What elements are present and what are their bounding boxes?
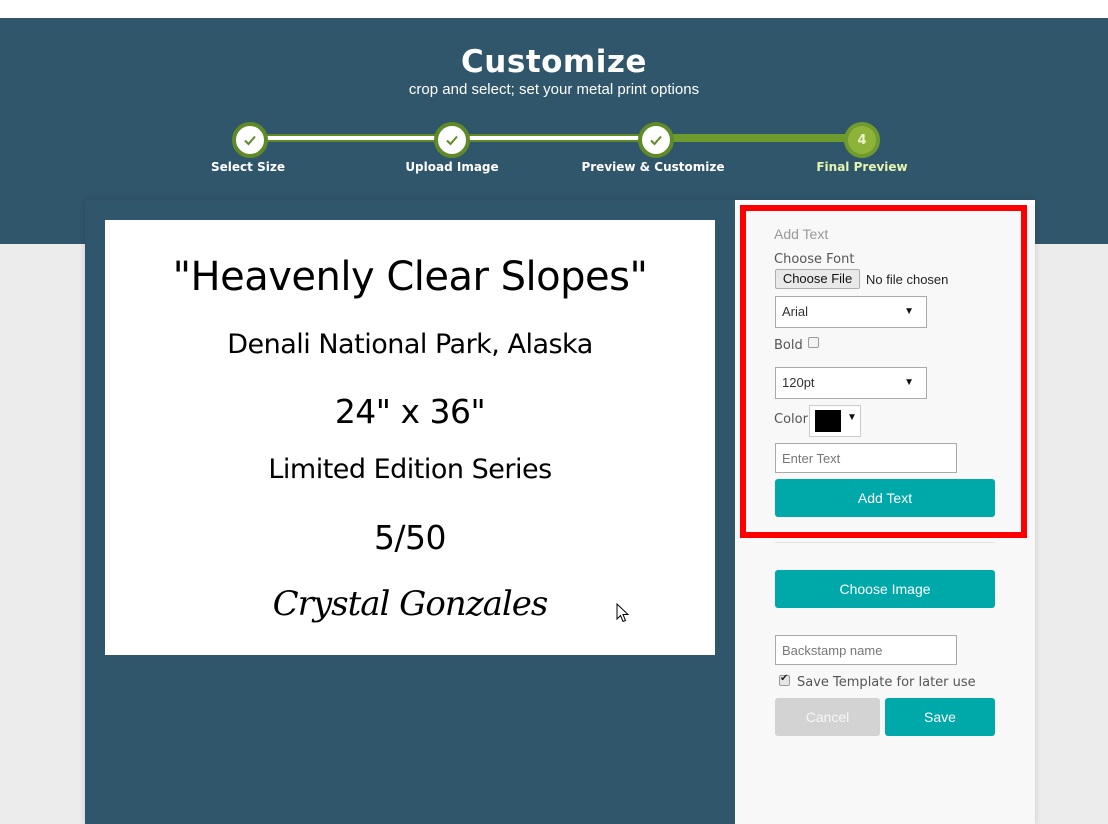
step-1-circle[interactable] [232, 122, 268, 158]
step-label-final-preview[interactable]: Final Preview [762, 160, 962, 174]
section-divider [775, 542, 995, 543]
preview-number-text[interactable]: 5/50 [105, 518, 715, 557]
cancel-button[interactable]: Cancel [775, 698, 880, 736]
preview-edition-text[interactable]: Limited Edition Series [105, 454, 715, 485]
preview-location-text[interactable]: Denali National Park, Alaska [105, 329, 715, 360]
step-label-select-size[interactable]: Select Size [148, 160, 348, 174]
preview-size-text[interactable]: 24" x 36" [105, 392, 715, 431]
dropdown-caret-icon: ▼ [904, 377, 914, 388]
mouse-cursor-icon [616, 603, 630, 623]
file-status-text: No file chosen [866, 272, 949, 287]
add-text-button[interactable]: Add Text [775, 479, 995, 517]
save-button[interactable]: Save [885, 698, 995, 736]
bold-checkbox[interactable] [808, 337, 819, 348]
color-label: Color [774, 412, 808, 427]
step-4-circle[interactable]: 4 [844, 122, 880, 158]
dropdown-caret-icon: ▼ [904, 306, 914, 317]
step-3-circle[interactable] [638, 122, 674, 158]
progress-stepper: 4 Select Size Upload Image Preview & Cus… [0, 0, 1108, 200]
font-select[interactable]: Arial ▼ [775, 296, 927, 328]
step-2-circle[interactable] [434, 122, 470, 158]
step-label-upload-image[interactable]: Upload Image [352, 160, 552, 174]
bold-label: Bold [774, 338, 803, 353]
add-text-heading: Add Text [774, 226, 829, 242]
check-icon [244, 135, 256, 146]
save-template-label[interactable]: Save Template for later use [797, 675, 976, 690]
font-select-value: Arial [782, 304, 809, 319]
choose-font-label: Choose Font [774, 252, 855, 267]
step-connector-1 [250, 134, 452, 142]
font-size-select[interactable]: 120pt ▼ [775, 367, 927, 399]
preview-title-text[interactable]: "Heavenly Clear Slopes" [105, 254, 715, 300]
check-icon [446, 135, 458, 146]
choose-file-button[interactable]: Choose File [775, 269, 860, 289]
print-preview-canvas[interactable]: "Heavenly Clear Slopes" Denali National … [105, 220, 715, 655]
backstamp-name-input[interactable] [775, 635, 957, 665]
color-swatch [815, 410, 841, 432]
step-connector-3 [656, 134, 862, 142]
font-size-select-value: 120pt [782, 375, 815, 390]
color-picker[interactable]: ▼ [809, 405, 861, 437]
step-number: 4 [857, 132, 867, 148]
check-icon [650, 135, 662, 146]
step-connector-2 [452, 134, 656, 142]
step-label-preview-customize[interactable]: Preview & Customize [553, 160, 753, 174]
dropdown-caret-icon: ▼ [847, 412, 857, 423]
choose-image-button[interactable]: Choose Image [775, 570, 995, 608]
enter-text-input[interactable] [775, 443, 957, 473]
save-template-checkbox[interactable] [779, 673, 790, 686]
